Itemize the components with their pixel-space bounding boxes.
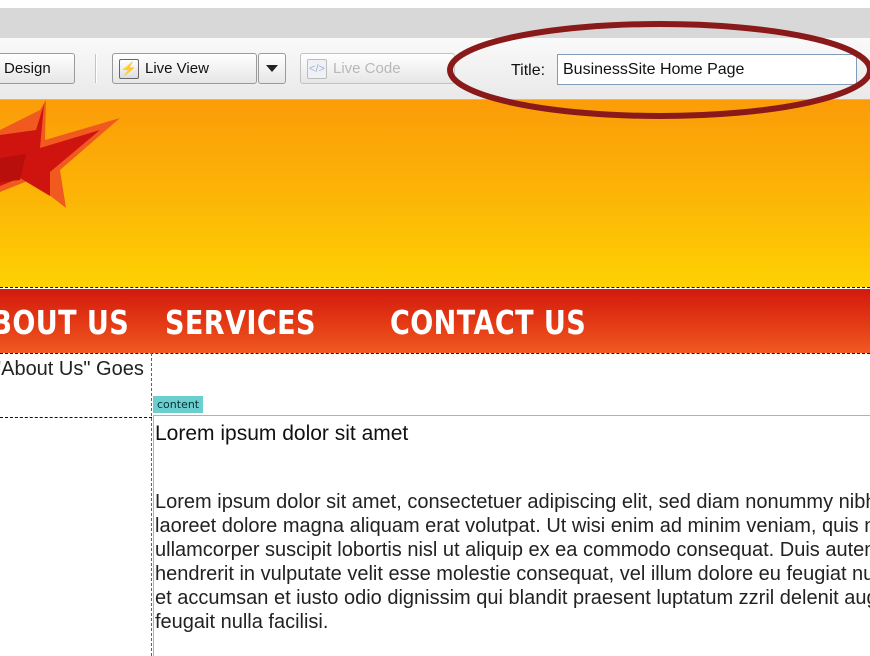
paragraph-line: feugait nulla facilisi. — [155, 611, 329, 633]
nav-item-services[interactable]: SERVICES — [165, 303, 316, 342]
nav-item-contact-us[interactable]: CONTACT US — [390, 303, 586, 342]
main-navigation: ABOUT US SERVICES CONTACT US — [0, 289, 870, 353]
live-code-label: Live Code — [333, 60, 401, 77]
lightning-icon: ⚡ — [119, 58, 139, 79]
chevron-down-icon — [266, 65, 278, 72]
content-region-outline — [153, 415, 154, 656]
content-column-divider — [151, 353, 152, 656]
paragraph-line: hendrerit in vulputate velit esse molest… — [155, 563, 870, 585]
live-code-button[interactable]: </> Live Code — [300, 53, 455, 84]
star-logo-icon — [0, 100, 120, 208]
content-heading: Lorem ipsum dolor sit amet — [155, 422, 409, 445]
content-region-tag[interactable]: content — [153, 396, 204, 413]
nav-item-about-us[interactable]: ABOUT US — [0, 303, 129, 342]
nav-dashed-border — [0, 353, 870, 354]
live-view-label: Live View — [145, 60, 209, 77]
content-paragraph: Lorem ipsum dolor sit amet, consectetuer… — [155, 490, 870, 634]
paragraph-line: Lorem ipsum dolor sit amet, consectetuer… — [155, 491, 870, 513]
page-title-input[interactable] — [557, 54, 857, 85]
sidebar-heading: "About Us" Goes — [0, 358, 144, 380]
sidebar-dashed-border — [0, 417, 152, 418]
header-dashed-border — [0, 287, 870, 288]
design-view-button[interactable]: Design — [0, 53, 75, 84]
page-banner — [0, 100, 870, 287]
document-tab-bar — [0, 8, 870, 38]
paragraph-line: ullamcorper suscipit lobortis nisl ut al… — [155, 539, 870, 561]
paragraph-line: laoreet dolore magna aliquam erat volutp… — [155, 515, 870, 537]
live-view-dropdown-button[interactable] — [258, 53, 286, 84]
live-view-button[interactable]: ⚡ Live View — [112, 53, 257, 84]
paragraph-line: et accumsan et iusto odio dignissim qui … — [155, 587, 870, 609]
title-label: Title: — [511, 62, 546, 79]
toolbar-separator — [95, 54, 97, 83]
content-region-outline — [153, 415, 870, 416]
design-view-label: Design — [4, 60, 51, 77]
code-brackets-icon: </> — [307, 58, 327, 79]
window-top-strip — [0, 0, 870, 38]
